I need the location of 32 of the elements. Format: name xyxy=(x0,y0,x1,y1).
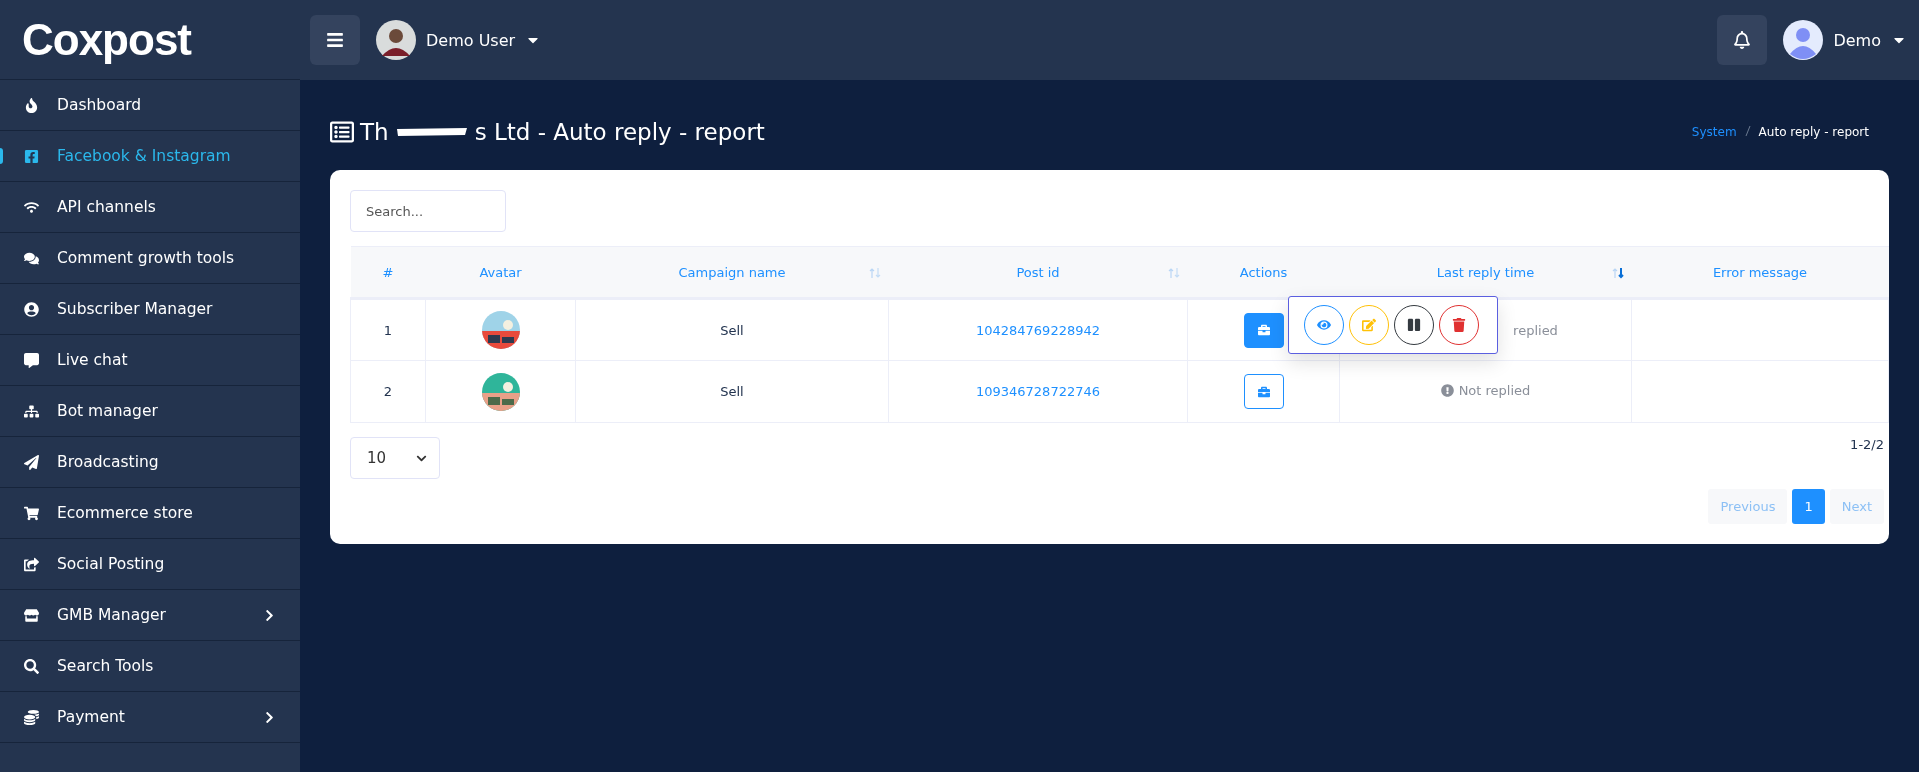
sidebar-item[interactable]: Broadcasting xyxy=(0,437,300,488)
column-header: Actions xyxy=(1187,246,1340,299)
sidebar-item[interactable]: Dashboard xyxy=(0,80,300,131)
column-header: # xyxy=(350,246,426,299)
sidebar-item[interactable]: Live chat xyxy=(0,335,300,386)
reply-status: replied xyxy=(1513,322,1558,338)
account-menu[interactable]: Demo xyxy=(1783,20,1907,60)
table-cell: 2 xyxy=(350,360,426,423)
breadcrumb-link[interactable]: System xyxy=(1691,125,1737,139)
sidebar-item[interactable]: Ecommerce store xyxy=(0,488,300,539)
logo: Coxpost xyxy=(22,14,191,65)
sidebar-item[interactable]: Subscriber Manager xyxy=(0,284,300,335)
column-header: Error message xyxy=(1631,246,1889,299)
breadcrumb-current: Auto reply - report xyxy=(1758,125,1869,139)
sidebar-item[interactable]: Comment growth tools xyxy=(0,233,300,284)
table-cell: Sell xyxy=(575,360,889,423)
sidebar-item[interactable]: Search Tools xyxy=(0,641,300,692)
sidebar-item[interactable]: GMB Manager xyxy=(0,590,300,641)
column-header: Avatar xyxy=(425,246,576,299)
search-field[interactable]: Search... xyxy=(350,190,506,232)
sidebar-item[interactable]: API channels xyxy=(0,182,300,233)
sidebar-item[interactable]: Social Posting xyxy=(0,539,300,590)
range-text: 1-2/2 xyxy=(1850,437,1884,452)
user-menu[interactable]: Demo User xyxy=(376,20,542,60)
table-cell: 1 xyxy=(350,298,426,361)
sidebar-item[interactable]: Payment xyxy=(0,692,300,743)
table-cell: Sell xyxy=(575,298,889,361)
reply-status: Not replied xyxy=(1458,383,1531,398)
page-size-select[interactable]: 10 xyxy=(350,437,440,479)
sidebar-item[interactable]: Bot manager xyxy=(0,386,300,437)
page-title: Th s Ltd - Auto reply - report xyxy=(330,119,765,145)
sidebar-item[interactable]: Facebook & Instagram xyxy=(0,131,300,182)
